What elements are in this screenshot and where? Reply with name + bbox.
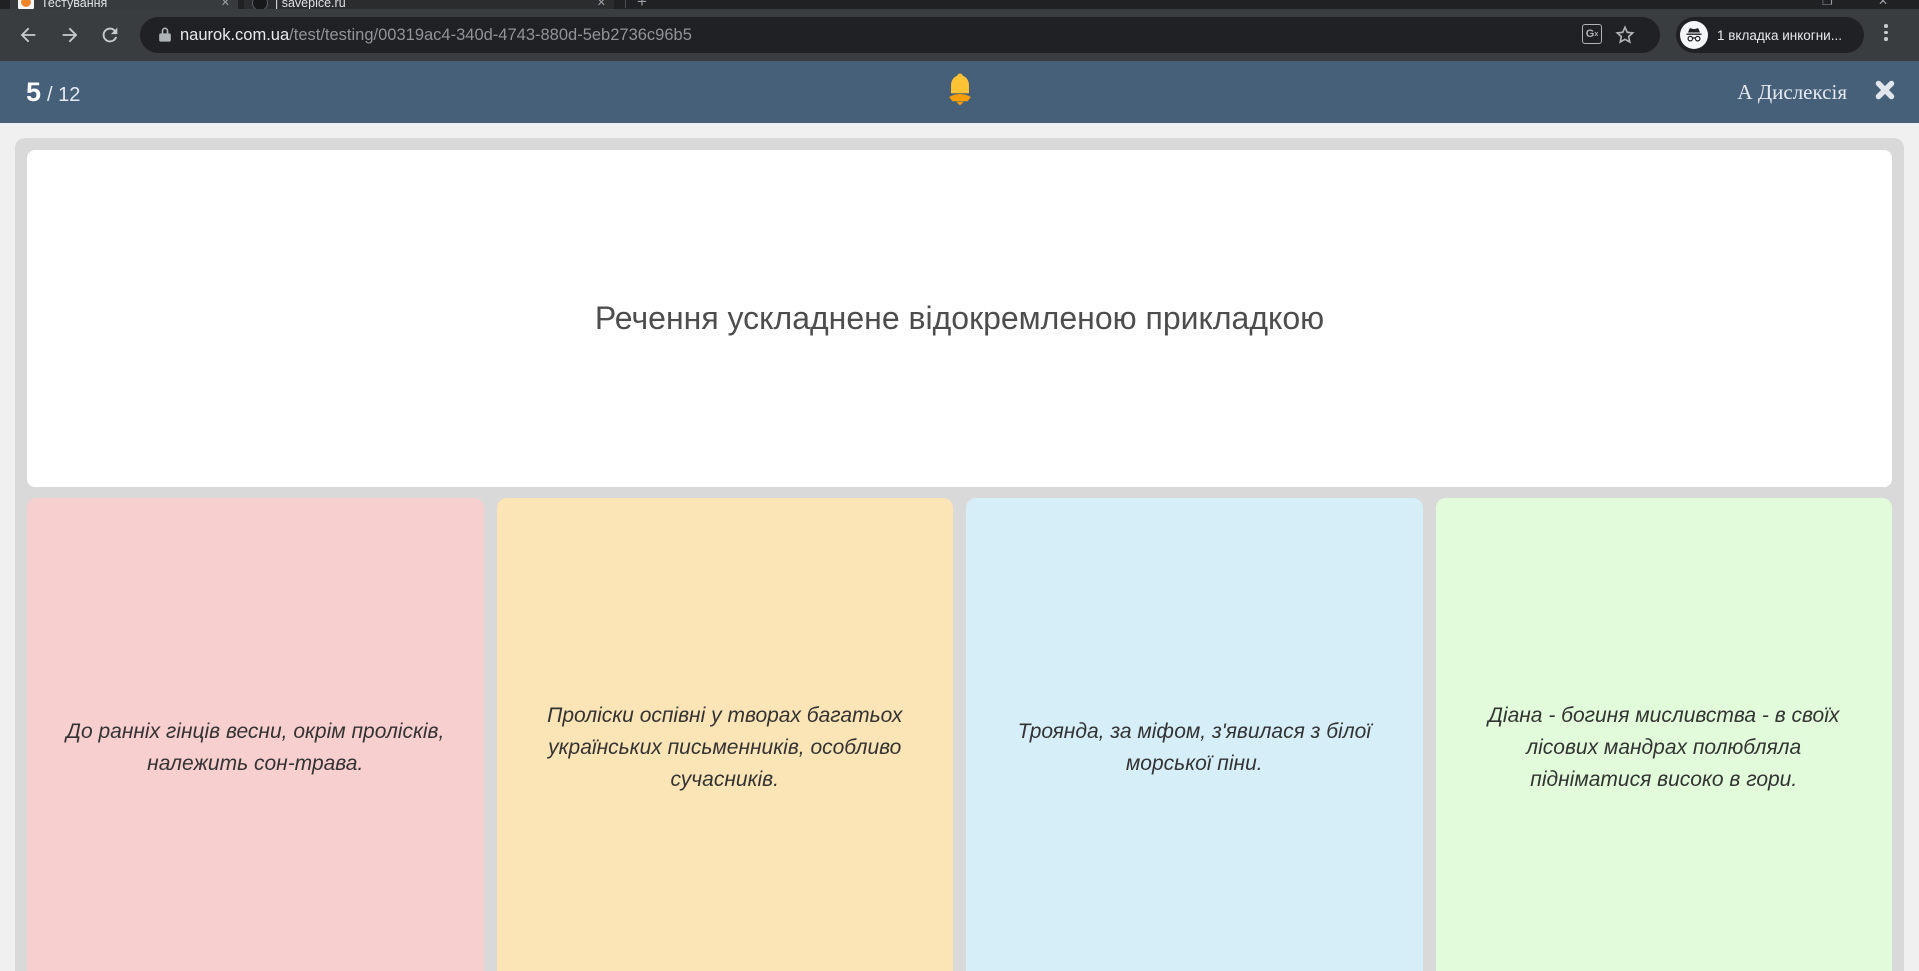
question-progress: 5 / 12 xyxy=(26,77,80,108)
dyslexia-toggle-button[interactable]: А Дислексія xyxy=(1737,80,1847,105)
answer-text: Діана - богиня мисливства - в своїх лісо… xyxy=(1488,704,1840,791)
quiz-panel: Речення ускладнене відокремленою приклад… xyxy=(15,138,1904,971)
reload-icon xyxy=(102,27,118,43)
header-right-group: А Дислексія xyxy=(1737,61,1897,123)
forward-button[interactable] xyxy=(56,21,84,49)
current-question-number: 5 xyxy=(26,76,42,107)
incognito-badge-label: 1 вкладка инкогни... xyxy=(1717,27,1842,43)
answer-text: До ранніх гінців весни, окрім пролісків,… xyxy=(66,720,445,775)
back-arrow-icon xyxy=(20,27,36,43)
naurok-favicon-icon xyxy=(18,0,34,9)
answer-card[interactable]: Діана - богиня мисливства - в своїх лісо… xyxy=(1435,498,1892,971)
answers-row: До ранніх гінців весни, окрім пролісків,… xyxy=(27,498,1892,971)
window-restore-icon[interactable]: ❐ xyxy=(1822,0,1833,8)
tab-close-icon[interactable]: ✕ xyxy=(597,0,606,9)
lock-icon xyxy=(155,25,175,50)
bookmark-star-icon[interactable] xyxy=(1614,24,1636,51)
reload-button[interactable] xyxy=(96,21,124,49)
answer-card[interactable]: Проліски оспівні у творах багатьох украї… xyxy=(496,498,953,971)
tab-close-icon[interactable]: ✕ xyxy=(221,0,230,9)
tab-savepice[interactable]: | savepice.ru ✕ xyxy=(244,0,614,9)
answer-text: Троянда, за міфом, з'явилася з білої мор… xyxy=(1017,720,1371,775)
tab-title: Тестування xyxy=(41,0,108,9)
back-button[interactable] xyxy=(14,21,42,49)
tab-separator xyxy=(625,0,626,8)
question-card: Речення ускладнене відокремленою приклад… xyxy=(27,150,1892,487)
browser-menu-icon[interactable] xyxy=(1884,24,1888,41)
incognito-icon xyxy=(1680,21,1708,49)
browser-tab-strip: Тестування ✕ | savepice.ru ✕ + ❐ ✕ xyxy=(0,0,1919,9)
browser-toolbar: naurok.com.ua/test/testing/00319ac4-340d… xyxy=(0,9,1919,61)
bell-icon xyxy=(943,72,977,113)
tab-testing[interactable]: Тестування ✕ xyxy=(10,0,238,9)
quiz-header: 5 / 12 А Дислексія xyxy=(0,61,1919,123)
quiz-content: Речення ускладнене відокремленою приклад… xyxy=(0,138,1919,971)
total-questions: / 12 xyxy=(47,83,81,106)
question-text: Речення ускладнене відокремленою приклад… xyxy=(594,300,1325,336)
forward-arrow-icon xyxy=(62,27,78,43)
url-domain: naurok.com.ua xyxy=(180,26,290,44)
incognito-badge: 1 вкладка инкогни... xyxy=(1676,17,1864,53)
globe-favicon-icon xyxy=(252,0,268,9)
window-close-icon[interactable]: ✕ xyxy=(1878,0,1888,8)
new-tab-button[interactable]: + xyxy=(637,0,647,9)
answer-text: Проліски оспівні у творах багатьох украї… xyxy=(547,704,903,791)
answer-card[interactable]: Троянда, за міфом, з'явилася з білої мор… xyxy=(966,498,1423,971)
url-path: /test/testing/00319ac4-340d-4743-880d-5e… xyxy=(289,26,692,44)
close-test-button[interactable] xyxy=(1873,78,1897,107)
translate-icon[interactable]: Gx xyxy=(1582,24,1602,44)
address-bar[interactable]: naurok.com.ua/test/testing/00319ac4-340d… xyxy=(140,17,1660,53)
tab-title: | savepice.ru xyxy=(275,0,346,9)
answer-card[interactable]: До ранніх гінців весни, окрім пролісків,… xyxy=(27,498,484,971)
url-text: naurok.com.ua/test/testing/00319ac4-340d… xyxy=(180,25,692,45)
